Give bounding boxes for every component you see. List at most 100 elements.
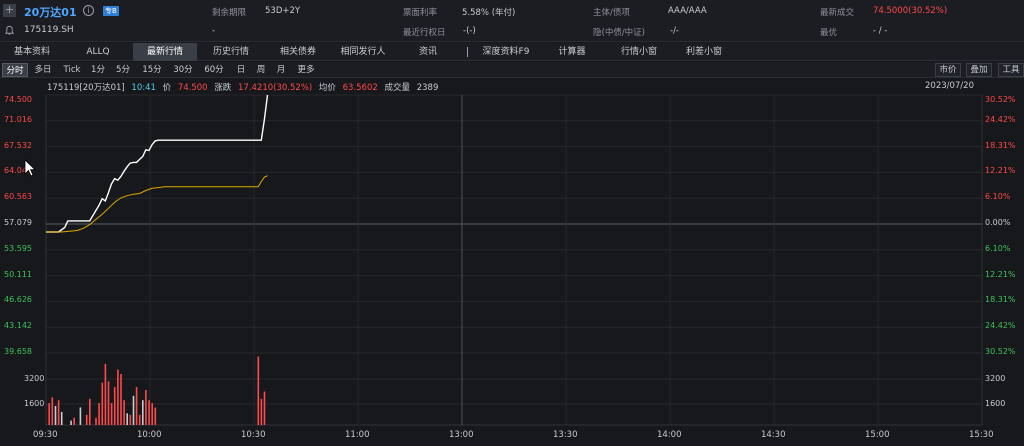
price-axis-label: 57.079 (4, 218, 32, 227)
period-multi-day[interactable]: 多日 (30, 63, 56, 77)
period-more[interactable]: 更多 (293, 63, 319, 77)
volume-bar (101, 382, 104, 425)
tab-latest-quote[interactable]: 最新行情 (133, 43, 197, 61)
quote-price-label: 价 (162, 83, 172, 93)
bell-icon[interactable] (4, 25, 15, 36)
period-30min[interactable]: 30分 (170, 63, 196, 77)
volume-bar (145, 390, 147, 425)
volume-bar (257, 356, 260, 425)
period-tick[interactable]: Tick (59, 63, 85, 77)
tab-news[interactable]: 资讯 (410, 43, 446, 61)
tab-allq[interactable]: ALLQ (70, 43, 126, 61)
tab-quote-window[interactable]: 行情小窗 (613, 43, 665, 61)
tab-deep-data-f9[interactable]: 深度资料F9 (474, 43, 538, 61)
main-tab-bar: 基本资料 ALLQ 最新行情 历史行情 相关债券 相同发行人 资讯 深度资料F9… (0, 43, 1024, 61)
volume-bar (104, 363, 107, 426)
volume-bar (123, 400, 125, 425)
percent-axis-label: 6.10% (985, 192, 1011, 202)
value-latest-trade: 74.5000(30.52%) (873, 6, 948, 16)
value-latest-exercise-date: -(-) (463, 26, 476, 36)
tab-spread-window[interactable]: 利差小窗 (676, 43, 732, 61)
plus-icon[interactable]: + (3, 4, 16, 17)
quote-strip: 175119[20万达01] 10:41 价 74.500 涨跌 17.4210… (47, 81, 442, 93)
overlay-button[interactable]: 叠加 (966, 63, 992, 77)
volume-bar (60, 411, 63, 425)
value-remaining-term: 53D+2Y (265, 6, 301, 16)
percent-axis-label: 24.42% (985, 321, 1016, 331)
volume-bar (263, 391, 266, 425)
volume-bar (151, 403, 153, 425)
quote-date: 2023/07/20 (925, 81, 974, 91)
period-60min[interactable]: 60分 (201, 63, 227, 77)
period-15min[interactable]: 15分 (139, 63, 165, 77)
mouse-cursor-icon (24, 159, 36, 177)
time-axis-label: 10:00 (137, 430, 162, 440)
period-5min[interactable]: 5分 (112, 63, 134, 77)
label-latest-trade: 最新成交 (820, 8, 855, 18)
percent-axis-label: 18.31% (985, 140, 1016, 150)
volume-bar (126, 413, 128, 425)
quote-code-name: 175119[20万达01] (47, 83, 125, 93)
price-axis-label: 71.016 (4, 114, 32, 124)
volume-bar (73, 417, 75, 425)
label-best-quote: 最优 (820, 28, 838, 38)
header-row-2: 175119.SH - 最近行权日 -(-) 隐(中债/中证) -/- 最优 -… (0, 21, 1024, 41)
time-axis-label: 15:00 (865, 430, 890, 440)
time-axis-label: 14:00 (657, 430, 682, 440)
time-axis-label: 14:30 (761, 430, 786, 440)
bond-tag-badge: 专B (103, 6, 119, 16)
bond-header: + 20万达01 i 专B 剩余期限 53D+2Y 票面利率 5.58% (年付… (0, 0, 1024, 42)
price-axis-label: 50.111 (4, 269, 32, 279)
price-axis-label: 39.658 (4, 347, 32, 356)
volume-bar (79, 407, 82, 425)
tab-related-bonds[interactable]: 相关债券 (268, 43, 328, 61)
quote-volume: 2389 (416, 83, 439, 93)
time-axis-label: 10:30 (241, 430, 266, 440)
quote-price: 74.500 (177, 83, 208, 93)
quote-change-label: 涨跌 (214, 83, 232, 93)
volume-bar (135, 387, 138, 425)
price-axis-label: 74.500 (4, 95, 32, 104)
tab-calculator[interactable]: 计算器 (552, 43, 592, 61)
volume-bar (260, 398, 263, 426)
price-axis-label: 60.563 (4, 192, 32, 202)
intraday-chart[interactable]: 175119[20万达01] 10:41 价 74.500 涨跌 17.4210… (0, 79, 1024, 446)
percent-axis-label: 12.21% (985, 166, 1016, 176)
time-axis-label: 09:30 (33, 430, 58, 440)
volume-bar (54, 406, 57, 425)
volume-bar (107, 381, 110, 426)
period-day[interactable]: 日 (232, 63, 250, 77)
volume-bar (113, 387, 116, 425)
percent-axis-label: 0.00% (985, 218, 1011, 227)
value-best-quote: - / - (873, 26, 888, 36)
tab-separator (467, 47, 468, 57)
quote-volume-label: 成交量 (384, 83, 411, 93)
chart-canvas[interactable] (0, 79, 1024, 446)
info-icon[interactable]: i (83, 5, 94, 16)
volume-bar (57, 400, 60, 425)
volume-bar (154, 407, 157, 425)
label-latest-exercise-date: 最近行权日 (403, 28, 446, 38)
volume-axis-label: 1600 (24, 399, 45, 408)
label-rating: 主体/债项 (593, 8, 630, 18)
volume-bar (142, 400, 144, 425)
tab-same-issuer[interactable]: 相同发行人 (333, 43, 393, 61)
price-axis-label: 67.532 (4, 140, 32, 150)
tab-basic-info[interactable]: 基本资料 (4, 43, 60, 61)
volume-bar (95, 417, 97, 425)
value-implied-rating: -/- (670, 26, 679, 36)
time-axis-label: 11:00 (345, 430, 370, 440)
volume-bar (89, 398, 91, 426)
period-month[interactable]: 月 (272, 63, 290, 77)
period-week[interactable]: 周 (252, 63, 270, 77)
volume-axis-label: 3200 (24, 374, 45, 383)
value-coupon-rate: 5.58% (年付) (462, 8, 516, 18)
period-intraday[interactable]: 分时 (2, 63, 28, 77)
volume-bar (51, 397, 54, 425)
header-row-1: + 20万达01 i 专B 剩余期限 53D+2Y 票面利率 5.58% (年付… (0, 1, 1024, 21)
market-price-button[interactable]: 市价 (935, 63, 961, 77)
period-1min[interactable]: 1分 (87, 63, 109, 77)
tools-button[interactable]: 工具 (998, 63, 1024, 77)
label-implied-rating: 隐(中债/中证) (593, 28, 645, 38)
tab-history-quote[interactable]: 历史行情 (203, 43, 259, 61)
